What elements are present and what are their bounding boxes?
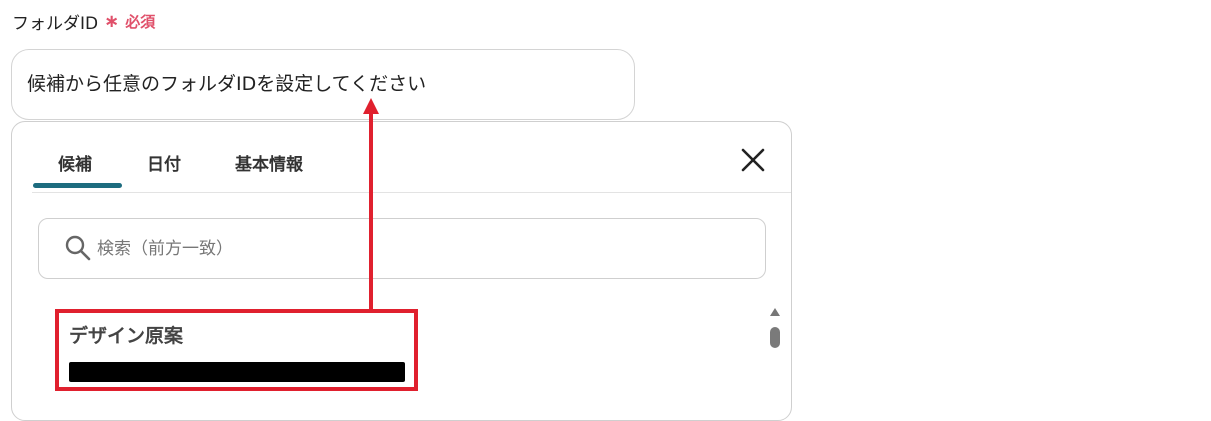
search-input[interactable] — [97, 235, 717, 263]
close-button[interactable] — [739, 146, 767, 174]
required-asterisk: ∗ — [104, 11, 120, 32]
field-label: フォルダID — [12, 14, 99, 34]
tab-candidates[interactable]: 候補 — [58, 150, 92, 175]
close-icon — [741, 148, 765, 172]
folder-id-input[interactable]: 候補から任意のフォルダIDを設定してください — [11, 49, 635, 120]
active-tab-indicator — [33, 183, 122, 188]
scrollbar-thumb[interactable] — [770, 327, 780, 348]
search-box — [38, 218, 766, 279]
required-text: 必須 — [125, 13, 156, 31]
field-label-row: フォルダID ∗ 必須 — [12, 9, 155, 34]
scroll-up-arrow-icon[interactable] — [769, 307, 781, 317]
tab-date[interactable]: 日付 — [147, 150, 181, 175]
tab-basic-info[interactable]: 基本情報 — [235, 150, 303, 175]
search-icon — [65, 235, 91, 261]
annotation-highlight-box — [55, 309, 418, 391]
picker-tabs: 候補 日付 基本情報 — [32, 122, 791, 193]
